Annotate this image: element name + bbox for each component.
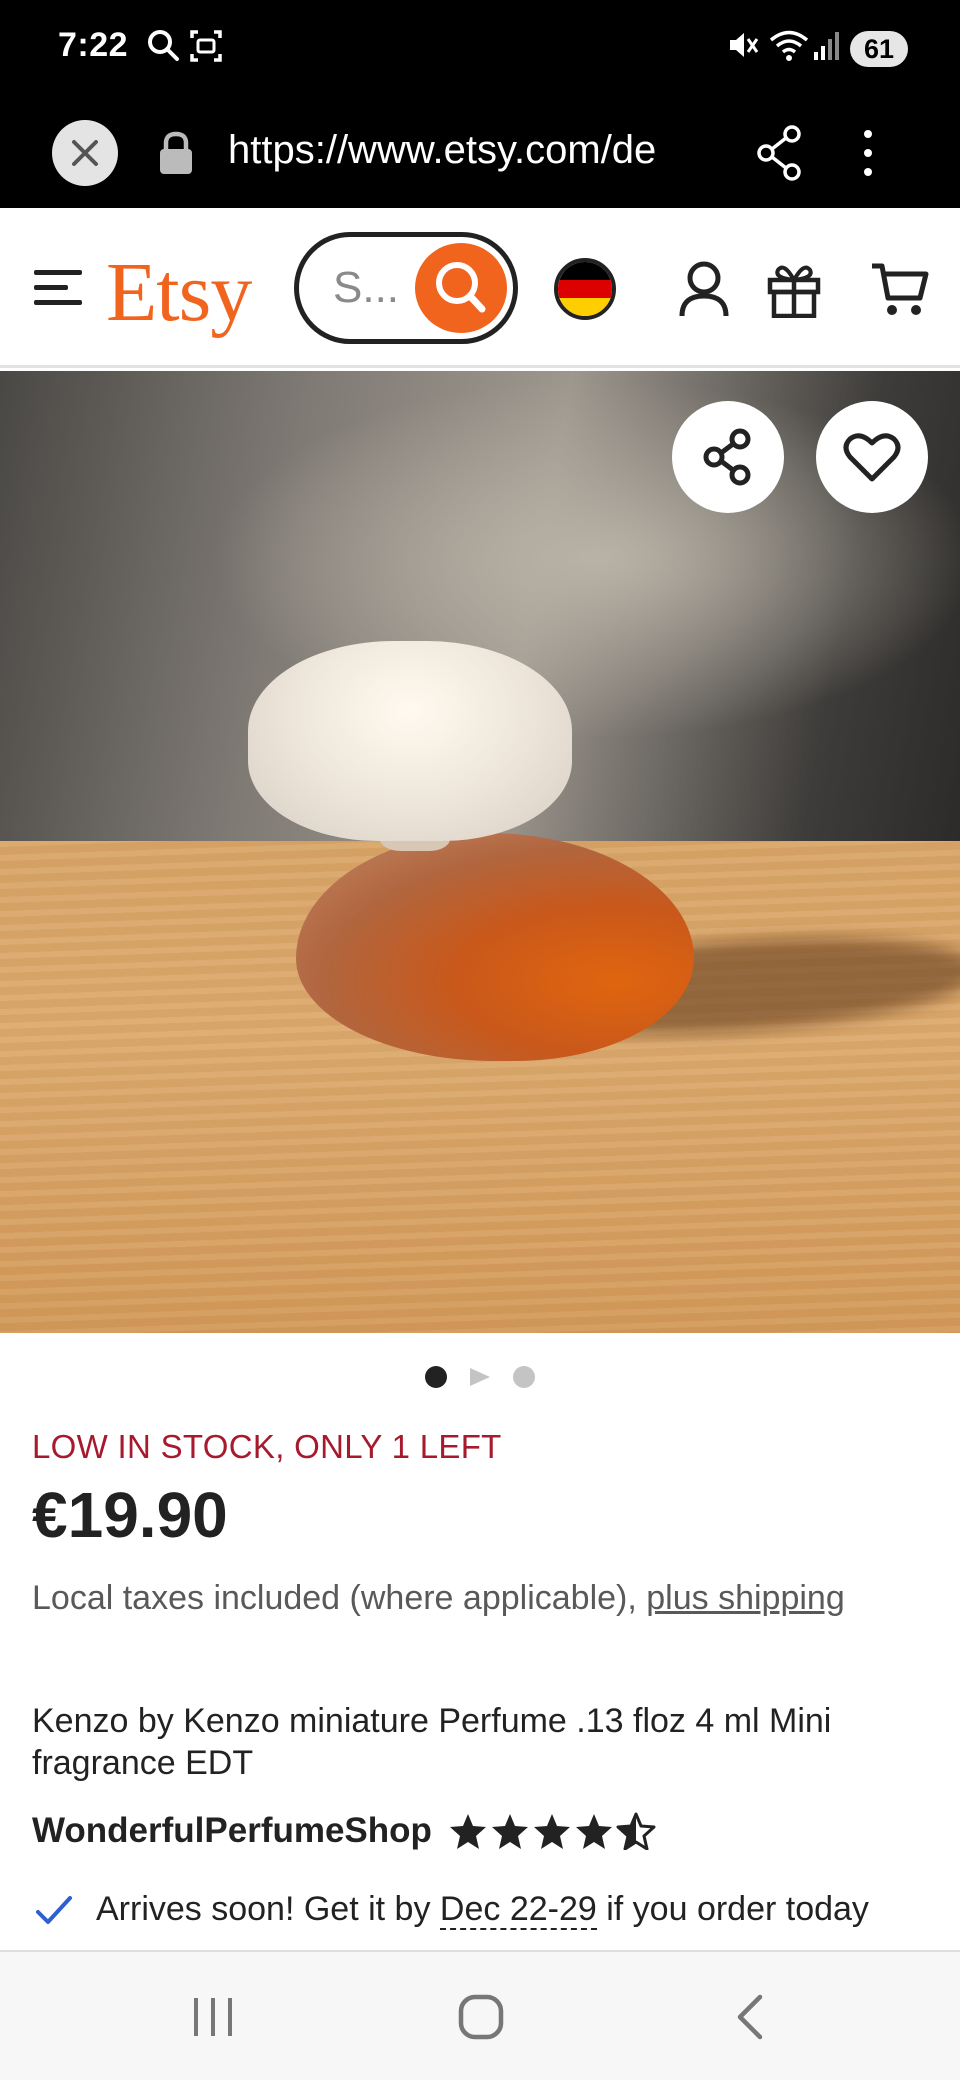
account-icon[interactable]	[678, 260, 730, 318]
url-field[interactable]: https://www.etsy.com/de	[228, 128, 714, 173]
taxes-note: Local taxes included (where applicable),…	[32, 1574, 912, 1622]
shipping-link[interactable]: plus shipping	[646, 1579, 844, 1617]
cart-icon[interactable]	[870, 260, 930, 318]
search-button[interactable]	[415, 243, 507, 333]
back-icon[interactable]	[730, 1992, 770, 2042]
share-icon[interactable]	[754, 124, 804, 182]
half-star-icon	[616, 1812, 656, 1850]
share-icon	[703, 428, 751, 486]
taxes-text: Local taxes included (where applicable),	[32, 1579, 647, 1617]
more-icon[interactable]	[858, 124, 878, 182]
recent-apps-icon[interactable]	[188, 1992, 238, 2040]
share-button[interactable]	[672, 401, 784, 513]
search-input[interactable]: S...	[294, 232, 518, 344]
search-icon	[148, 30, 179, 61]
signal-icon	[814, 32, 839, 60]
arrival-estimate: Arrives soon! Get it by Dec 22-29 if you…	[32, 1888, 932, 1952]
shop-name[interactable]: WonderfulPerfumeShop	[32, 1811, 432, 1851]
star-icon	[533, 1814, 570, 1849]
site-header: Etsy S...	[0, 208, 960, 368]
video-slide-icon[interactable]	[468, 1366, 492, 1388]
star-icon	[491, 1814, 528, 1849]
rating-stars[interactable]	[448, 1812, 656, 1850]
star-icon	[449, 1814, 486, 1849]
shop-row: WonderfulPerfumeShop	[32, 1808, 656, 1854]
browser-toolbar: https://www.etsy.com/de	[0, 100, 960, 208]
screenshot-icon	[190, 30, 222, 62]
pager-dot-1[interactable]	[425, 1366, 447, 1388]
checkmark-icon	[36, 1896, 72, 1924]
search-icon	[436, 262, 486, 313]
product-title: Kenzo by Kenzo miniature Perfume .13 flo…	[32, 1702, 832, 1782]
star-icon	[575, 1814, 612, 1849]
lock-icon[interactable]	[156, 130, 196, 176]
status-bar: 7:22 61	[0, 0, 960, 100]
arrival-suffix: if you order today	[596, 1890, 869, 1928]
etsy-logo[interactable]: Etsy	[106, 244, 252, 341]
favorite-button[interactable]	[816, 401, 928, 513]
wifi-icon	[769, 30, 809, 61]
close-icon	[72, 140, 98, 166]
system-nav-bar	[0, 1950, 960, 2080]
rose-cap	[248, 641, 572, 841]
mute-icon	[730, 33, 759, 57]
gift-icon[interactable]	[766, 260, 822, 318]
germany-flag-icon[interactable]	[554, 258, 616, 320]
stock-notice: LOW IN STOCK, ONLY 1 LEFT	[32, 1428, 502, 1465]
arrival-prefix: Arrives soon! Get it by	[96, 1890, 440, 1928]
arrival-text: Arrives soon! Get it by Dec 22-29 if you…	[96, 1888, 932, 1930]
product-image[interactable]	[0, 371, 960, 1333]
menu-icon[interactable]	[32, 266, 84, 310]
home-icon[interactable]	[456, 1992, 506, 2042]
status-time: 7:22	[58, 26, 129, 64]
battery-level: 61	[850, 31, 908, 67]
arrival-date[interactable]: Dec 22-29	[439, 1890, 597, 1930]
price: €19.90	[32, 1479, 228, 1551]
pager-dot-3[interactable]	[513, 1366, 535, 1388]
close-tab-button[interactable]	[52, 120, 118, 186]
search-placeholder: S...	[333, 263, 400, 312]
heart-icon	[843, 433, 901, 482]
